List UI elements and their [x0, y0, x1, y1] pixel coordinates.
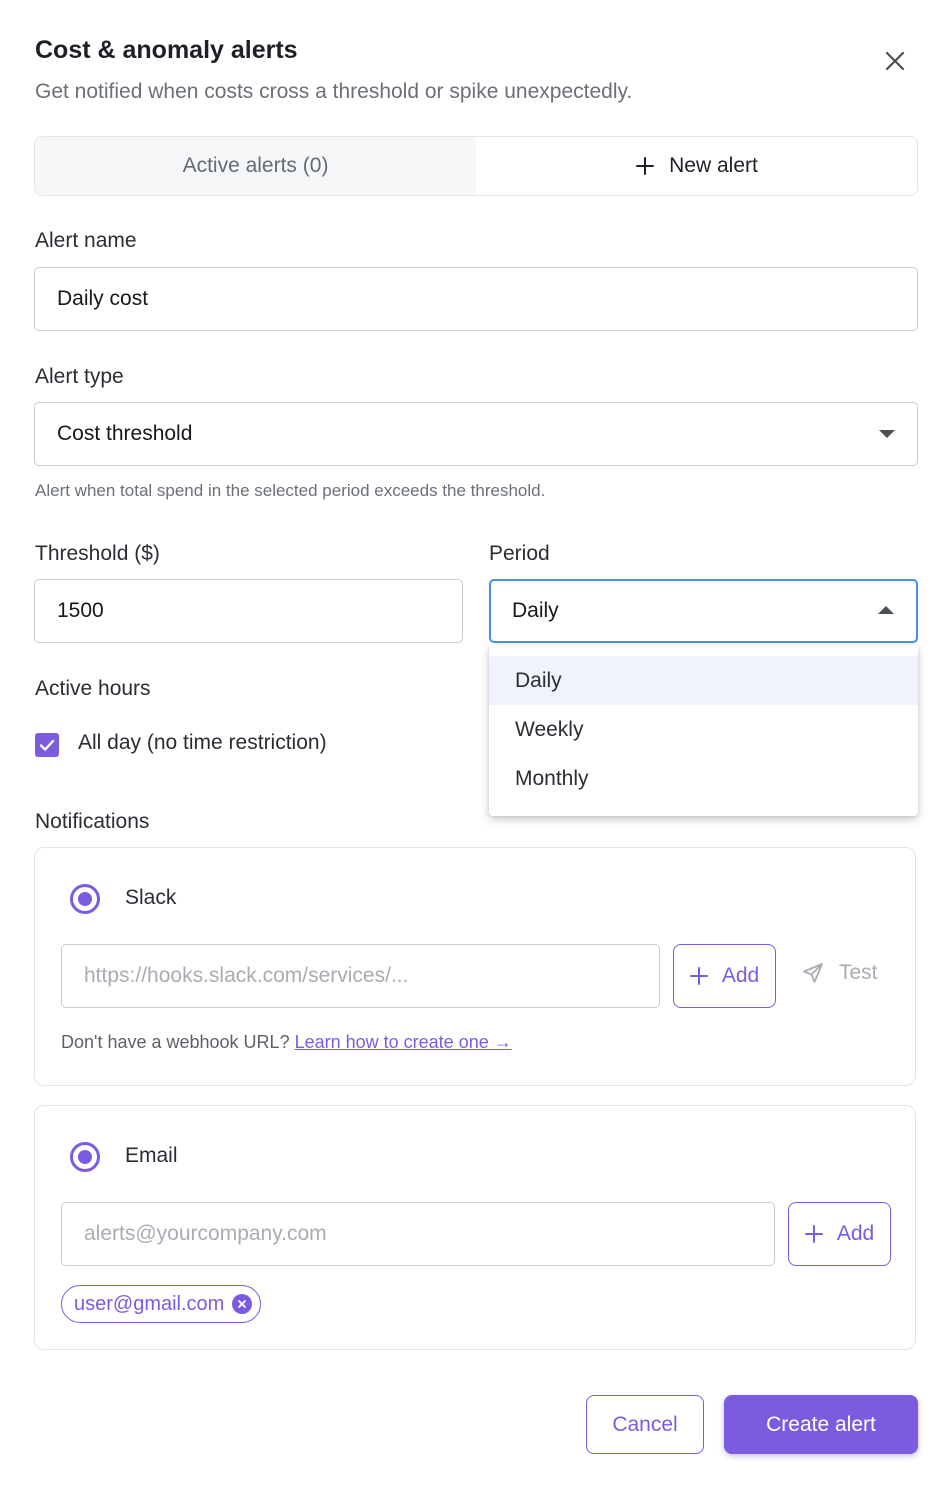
remove-chip-icon[interactable]	[232, 1294, 253, 1314]
period-label: Period	[489, 542, 550, 565]
create-alert-button[interactable]: Create alert	[724, 1395, 918, 1454]
threshold-value: 1500	[57, 599, 104, 622]
radio-dot	[78, 1150, 92, 1164]
dialog-title: Cost & anomaly alerts	[35, 36, 298, 64]
threshold-input[interactable]: 1500	[34, 579, 463, 643]
slack-hint: Don't have a webhook URL? Learn how to c…	[61, 1032, 512, 1053]
alert-name-input[interactable]: Daily cost	[34, 267, 918, 331]
slack-hint-text: Don't have a webhook URL?	[61, 1032, 290, 1052]
slack-webhook-placeholder: https://hooks.slack.com/services/...	[84, 964, 409, 987]
email-radio[interactable]	[70, 1142, 100, 1172]
all-day-checkbox[interactable]	[35, 733, 59, 757]
tab-bar: Active alerts (0) New alert	[34, 136, 918, 196]
send-icon	[803, 963, 823, 983]
all-day-label[interactable]: All day (no time restriction)	[78, 731, 327, 755]
plus-icon	[636, 157, 655, 175]
plus-icon	[804, 1225, 823, 1243]
period-value: Daily	[512, 599, 559, 622]
slack-webhook-input[interactable]: https://hooks.slack.com/services/...	[61, 944, 660, 1008]
alert-type-help: Alert when total spend in the selected p…	[35, 481, 546, 500]
test-label: Test	[839, 961, 878, 984]
add-label: Add	[836, 1222, 875, 1245]
email-input[interactable]: alerts@yourcompany.com	[61, 1202, 775, 1266]
email-placeholder: alerts@yourcompany.com	[84, 1222, 327, 1245]
tab-label: Active alerts (0)	[182, 154, 329, 177]
email-label: Email	[125, 1144, 178, 1167]
radio-dot	[78, 892, 92, 906]
chevron-up-icon	[878, 606, 894, 614]
period-option-daily[interactable]: Daily	[489, 656, 918, 705]
alert-type-value: Cost threshold	[57, 422, 193, 445]
period-dropdown-menu: Daily Weekly Monthly	[489, 645, 918, 816]
alert-type-select[interactable]: Cost threshold	[34, 402, 918, 466]
email-chip-label: user@gmail.com	[74, 1292, 225, 1315]
add-label: Add	[721, 964, 760, 987]
slack-label: Slack	[125, 886, 177, 909]
alert-type-label: Alert type	[35, 365, 124, 388]
threshold-label: Threshold ($)	[35, 542, 160, 565]
alert-name-value: Daily cost	[57, 287, 149, 310]
slack-test-button[interactable]: Test	[801, 961, 878, 985]
cancel-label: Cancel	[612, 1412, 678, 1436]
create-label: Create alert	[766, 1412, 876, 1436]
active-hours-label: Active hours	[35, 677, 151, 700]
tab-active-alerts[interactable]: Active alerts (0)	[35, 137, 476, 195]
slack-radio[interactable]	[70, 884, 100, 914]
tab-label: New alert	[669, 154, 758, 177]
email-add-button[interactable]: Add	[788, 1202, 891, 1266]
slack-card: Slack https://hooks.slack.com/services/.…	[34, 847, 916, 1086]
close-icon[interactable]	[882, 48, 908, 74]
period-option-weekly[interactable]: Weekly	[489, 705, 918, 754]
learn-webhook-link[interactable]: Learn how to create one →	[295, 1032, 512, 1052]
check-icon	[39, 739, 55, 751]
alert-name-label: Alert name	[35, 229, 137, 252]
cancel-button[interactable]: Cancel	[586, 1395, 704, 1454]
plus-icon	[689, 967, 708, 985]
tab-new-alert[interactable]: New alert	[476, 137, 917, 195]
chevron-down-icon	[879, 430, 895, 438]
dialog-subtitle: Get notified when costs cross a threshol…	[35, 80, 633, 103]
email-chip: user@gmail.com	[61, 1285, 262, 1323]
notifications-label: Notifications	[35, 810, 150, 833]
slack-add-button[interactable]: Add	[673, 944, 776, 1008]
period-option-monthly[interactable]: Monthly	[489, 754, 918, 803]
period-select[interactable]: Daily	[489, 579, 918, 643]
